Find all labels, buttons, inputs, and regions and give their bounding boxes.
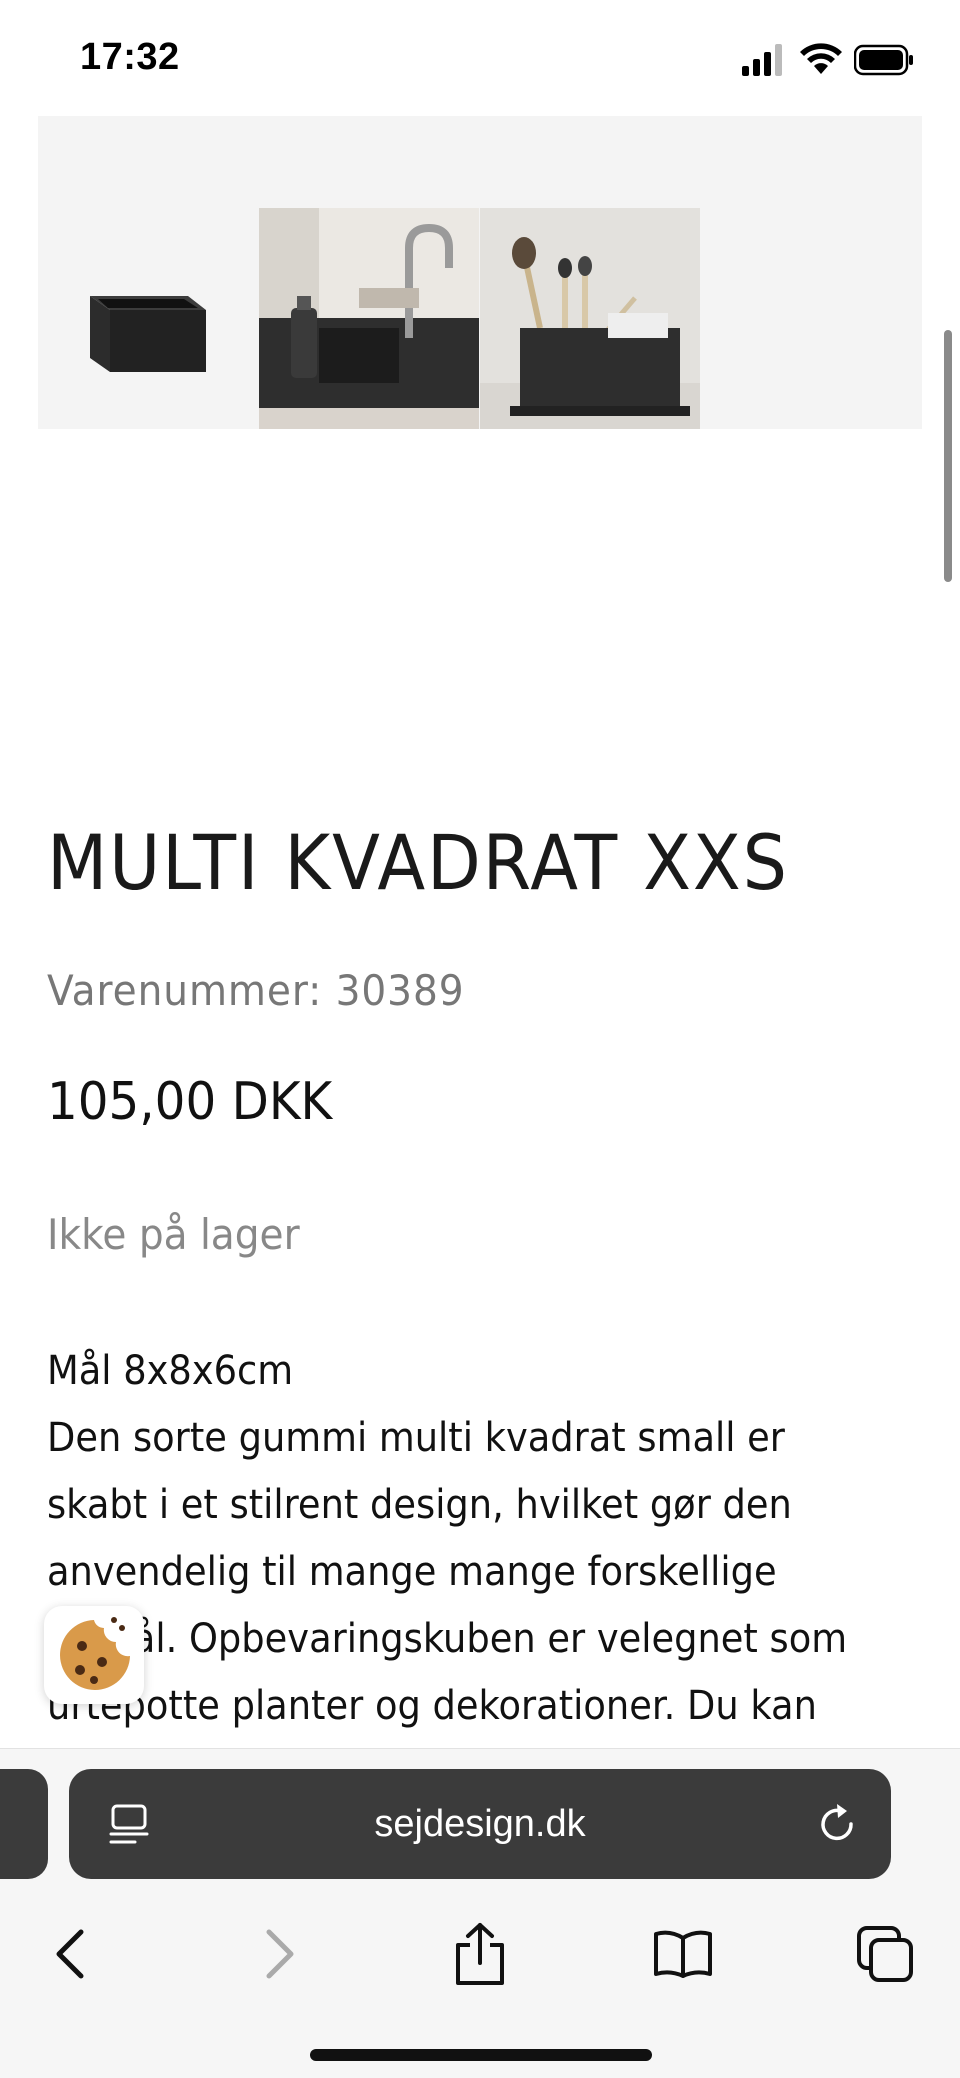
bookmarks-icon bbox=[654, 1930, 712, 1978]
back-button[interactable] bbox=[36, 1919, 106, 1989]
description-line: formål. Opbevaringskuben er velegnet som bbox=[47, 1616, 848, 1662]
signal-icon bbox=[742, 44, 782, 76]
bookmarks-button[interactable] bbox=[648, 1919, 718, 1989]
wifi-icon bbox=[800, 43, 842, 74]
thumbnail-kitchen-sink[interactable] bbox=[259, 208, 479, 429]
stock-status: Ikke på lager bbox=[47, 1210, 300, 1259]
cookie-icon bbox=[60, 1617, 131, 1690]
battery-icon bbox=[854, 44, 913, 76]
product-sku: Varenummer: 30389 bbox=[47, 966, 465, 1015]
description-line: anvendelig til mange mange forskellige bbox=[47, 1549, 777, 1595]
browser-bottom-bar: sejdesign.dk bbox=[0, 1748, 960, 2078]
thumbnail-cube[interactable] bbox=[38, 208, 258, 429]
description-line: skabt i et stilrent design, hvilket gør … bbox=[47, 1482, 792, 1528]
share-button[interactable] bbox=[445, 1919, 515, 1989]
home-indicator[interactable] bbox=[310, 2049, 652, 2061]
back-icon bbox=[56, 1929, 84, 1979]
forward-icon bbox=[266, 1929, 294, 1979]
description-line: Mål 8x8x6cm bbox=[47, 1348, 294, 1394]
cube-image bbox=[90, 296, 206, 372]
status-time: 17:32 bbox=[80, 36, 180, 78]
description-line: urtepotte planter og dekorationer. Du ka… bbox=[47, 1683, 817, 1729]
url-text[interactable]: sejdesign.dk bbox=[69, 1803, 891, 1846]
cookie-settings-button[interactable] bbox=[44, 1606, 144, 1704]
tabs-icon bbox=[857, 1926, 913, 1982]
reload-icon[interactable] bbox=[815, 1802, 859, 1846]
product-title: MULTI KVADRAT XXS bbox=[47, 818, 789, 907]
browser-toolbar bbox=[0, 1909, 960, 2009]
previous-tab-preview[interactable] bbox=[0, 1769, 48, 1879]
thumbnail-makeup-brushes[interactable] bbox=[480, 208, 700, 429]
tabs-button[interactable] bbox=[850, 1919, 920, 1989]
address-bar[interactable]: sejdesign.dk bbox=[69, 1769, 891, 1879]
share-icon bbox=[456, 1923, 504, 1985]
scroll-indicator[interactable] bbox=[944, 330, 952, 582]
makeup-brushes-image bbox=[480, 208, 700, 429]
kitchen-sink-image bbox=[259, 208, 479, 429]
product-description: Mål 8x8x6cm Den sorte gummi multi kvadra… bbox=[47, 1338, 907, 1740]
description-line: Den sorte gummi multi kvadrat small er bbox=[47, 1415, 785, 1461]
forward-button[interactable] bbox=[244, 1919, 314, 1989]
product-price: 105,00 DKK bbox=[47, 1072, 333, 1132]
product-thumbnail-strip bbox=[38, 116, 922, 429]
status-bar: 17:32 bbox=[0, 0, 960, 115]
